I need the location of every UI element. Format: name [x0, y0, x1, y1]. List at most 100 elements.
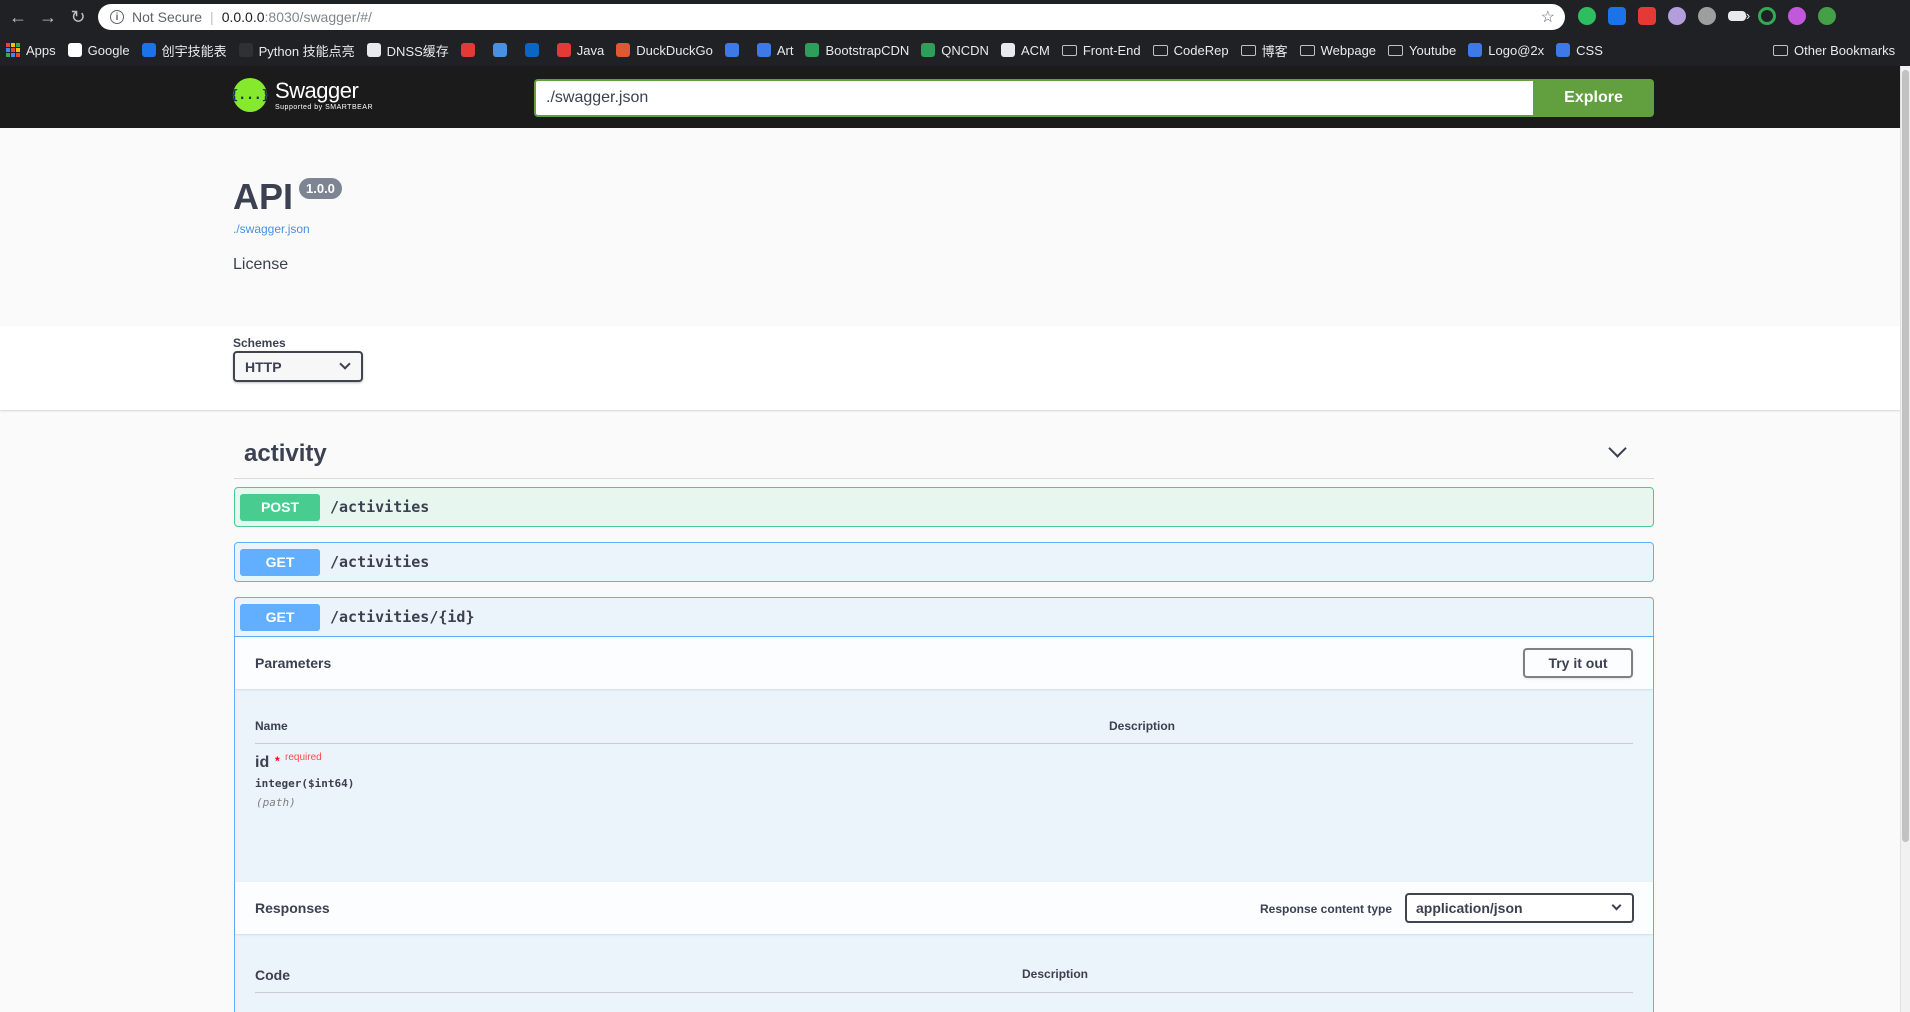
bookmark-favicon-icon [556, 43, 571, 57]
omnibox-separator: | [210, 9, 214, 25]
address-bar[interactable]: i Not Secure | 0.0.0.0 :8030/swagger/#/ … [98, 4, 1565, 30]
extension-icon[interactable] [1788, 7, 1806, 25]
content-type-value: application/json [1416, 900, 1523, 916]
spec-link[interactable]: ./swagger.json [233, 222, 310, 236]
bookmark-item[interactable]: Python 技能点亮 [238, 41, 355, 60]
chevron-down-icon[interactable] [1608, 439, 1627, 458]
param-name: id [255, 754, 270, 771]
back-icon[interactable]: ← [6, 5, 30, 29]
logo-subtitle: Supported by SMARTBEAR [275, 103, 374, 111]
folder-icon [1240, 44, 1256, 56]
extension-icon[interactable] [1638, 7, 1656, 25]
bookmark-star-icon[interactable]: ☆ [1541, 7, 1555, 27]
col-header-response-description: Description [1022, 967, 1089, 981]
other-bookmarks[interactable]: Other Bookmarks [1773, 34, 1910, 66]
try-it-out-button[interactable]: Try it out [1523, 648, 1633, 678]
security-label: Not Secure [132, 9, 203, 25]
bookmark-label: Apps [26, 42, 56, 58]
bookmark-label: CSS [1576, 42, 1603, 58]
bookmark-item[interactable]: Webpage [1299, 43, 1376, 58]
bookmark-favicon-icon [724, 43, 739, 57]
bookmark-item[interactable]: QNCDN [921, 43, 989, 58]
operation-path: /activities [330, 553, 430, 571]
bookmark-item[interactable]: DNSS缓存 [366, 41, 449, 60]
bookmark-favicon-icon [805, 43, 820, 57]
bookmark-item[interactable]: BootstrapCDN [805, 43, 909, 58]
bookmark-favicon-icon [238, 43, 253, 57]
bookmark-item[interactable]: Logo@2x [1468, 43, 1544, 58]
bookmark-item[interactable]: Google [67, 43, 130, 58]
response-content-type-select[interactable]: application/json [1405, 893, 1634, 923]
bookmark-item[interactable]: ACM [1000, 42, 1050, 58]
bookmark-favicon-icon [67, 43, 82, 57]
schemes-select[interactable]: HTTP [233, 351, 363, 382]
bookmark-favicon-icon [366, 43, 381, 57]
bookmark-item[interactable]: Front-End [1061, 42, 1141, 58]
bookmark-item[interactable] [460, 43, 481, 57]
bookmark-favicon-icon [141, 43, 156, 57]
evernote-extension-icon[interactable] [1578, 7, 1596, 25]
bookmark-item[interactable] [524, 43, 545, 57]
tag-name: activity [244, 440, 327, 467]
chevron-down-icon [339, 358, 351, 370]
spec-url-input[interactable] [534, 79, 1533, 117]
bookmark-item[interactable]: CSS [1556, 43, 1603, 58]
operation-get-activities[interactable]: GET /activities [234, 542, 1654, 582]
operation-get-activity-by-id: GET /activities/{id} Parameters Try it o… [234, 597, 1654, 1012]
table-divider [255, 743, 1633, 744]
scrollbar-thumb[interactable] [1902, 70, 1909, 842]
tag-header-activity[interactable]: activity [234, 428, 1654, 479]
extension-icon[interactable] [1698, 7, 1716, 25]
operation-summary[interactable]: GET /activities/{id} [235, 598, 1653, 636]
bookmark-label: BootstrapCDN [825, 42, 910, 58]
operation-path: /activities/{id} [330, 608, 475, 626]
bookmark-label: DuckDuckGo [636, 42, 713, 58]
swagger-logo-icon: {...} [230, 78, 270, 112]
col-header-code: Code [255, 967, 290, 983]
bookmark-favicon-icon [921, 43, 936, 57]
swagger-logo[interactable]: {...} Swagger Supported by SMARTBEAR [230, 78, 374, 112]
license-link[interactable]: License [233, 256, 288, 274]
bookmark-item[interactable]: Java [556, 42, 605, 58]
explore-button[interactable]: Explore [1533, 79, 1654, 117]
folder-icon [1152, 44, 1168, 56]
bookmark-label: Java [576, 42, 605, 58]
extension-icon[interactable] [1608, 7, 1626, 25]
bookmark-item[interactable]: 创宇技能表 [141, 41, 227, 60]
info-icon[interactable]: i [110, 10, 124, 24]
bookmark-favicon-icon [1556, 43, 1571, 57]
extension-icon[interactable] [1668, 7, 1686, 25]
operation-post-activities[interactable]: POST /activities [234, 487, 1654, 527]
bookmark-favicon-icon [756, 43, 771, 57]
url-host: 0.0.0.0 [221, 9, 265, 25]
table-divider [255, 992, 1633, 993]
parameters-title: Parameters [255, 655, 332, 671]
reload-icon[interactable]: ↻ [66, 5, 90, 29]
chevron-down-icon [1611, 900, 1622, 911]
bookmark-label: Youtube [1409, 42, 1457, 58]
bookmark-label: ACM [1020, 42, 1050, 58]
bookmark-item[interactable]: Apps [6, 43, 56, 58]
bookmark-item[interactable] [492, 43, 513, 57]
bookmark-label: 博客 [1261, 43, 1288, 59]
url-path: :8030/swagger/#/ [264, 9, 372, 25]
profile-avatar[interactable] [1818, 7, 1836, 25]
bookmark-item[interactable]: DuckDuckGo [616, 43, 713, 58]
bookmark-item[interactable]: Art [756, 42, 794, 58]
folder-icon [1388, 44, 1404, 56]
bookmark-label: Front-End [1082, 42, 1141, 58]
bookmark-label: Art [776, 42, 794, 58]
folder-icon [1061, 44, 1077, 56]
bookmark-item[interactable]: 博客 [1240, 41, 1288, 60]
schemes-section: Schemes HTTP [0, 326, 1900, 410]
extension-icon[interactable] [1758, 7, 1776, 25]
api-info: API 1.0.0 ./swagger.json License [0, 128, 1900, 326]
bookmark-favicon-icon [460, 43, 475, 57]
bookmark-item[interactable] [724, 43, 745, 57]
bookmark-item[interactable]: Youtube [1388, 43, 1456, 58]
folder-icon [1299, 44, 1315, 56]
forward-icon[interactable]: → [36, 5, 60, 29]
bookmark-item[interactable]: CodeRep [1152, 43, 1229, 58]
browser-toolbar: ← → ↻ i Not Secure | 0.0.0.0 :8030/swagg… [0, 0, 1910, 34]
bookmarks-overflow-icon[interactable]: » [1743, 8, 1750, 23]
